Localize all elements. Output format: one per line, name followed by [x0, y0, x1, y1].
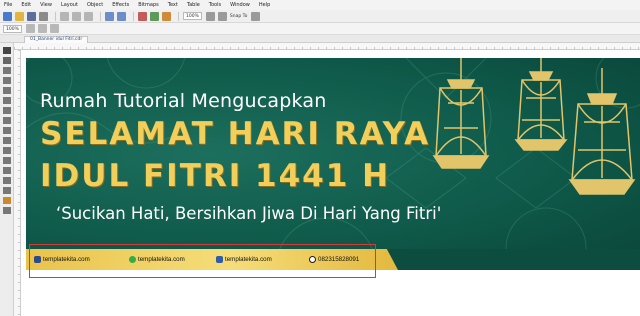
- zoom-level-combo[interactable]: 100%: [183, 12, 202, 20]
- headline-line-1[interactable]: SELAMAT HARI RAYA: [40, 116, 430, 152]
- new-document-icon[interactable]: [3, 11, 12, 21]
- parallel-dimension-tool-icon[interactable]: [3, 147, 11, 154]
- propbar-zoom-combo[interactable]: 100%: [3, 24, 22, 33]
- toolbar-divider: [133, 11, 134, 21]
- horizontal-ruler[interactable]: [14, 43, 640, 50]
- corel-draw-window: File Edit View Layout Object Effects Bit…: [0, 0, 640, 316]
- menu-layout[interactable]: Layout: [61, 0, 78, 10]
- rectangle-tool-icon[interactable]: [3, 107, 11, 114]
- zoom-out-icon[interactable]: [37, 24, 47, 33]
- connector-tool-icon[interactable]: [3, 157, 11, 164]
- standard-toolbar: 100% Snap To: [0, 10, 640, 23]
- drop-shadow-tool-icon[interactable]: [3, 167, 11, 174]
- import-icon[interactable]: [138, 11, 147, 21]
- menu-object[interactable]: Object: [87, 0, 103, 10]
- smart-fill-tool-icon[interactable]: [3, 207, 11, 214]
- menu-table[interactable]: Table: [187, 0, 200, 10]
- ellipse-tool-icon[interactable]: [3, 117, 11, 124]
- text-tool-icon[interactable]: [3, 137, 11, 144]
- tab-document[interactable]: 01_Banner idul Fitri.cdr: [24, 36, 89, 43]
- cut-icon[interactable]: [60, 11, 69, 21]
- shape-tool-icon[interactable]: [3, 57, 11, 64]
- freehand-tool-icon[interactable]: [3, 87, 11, 94]
- options-gear-icon[interactable]: [251, 11, 261, 21]
- paste-icon[interactable]: [84, 11, 93, 21]
- toolbar-divider: [55, 11, 56, 21]
- menu-bitmaps[interactable]: Bitmaps: [138, 0, 159, 10]
- menu-window[interactable]: Window: [230, 0, 250, 10]
- crop-tool-icon[interactable]: [3, 67, 11, 74]
- document-tab-bar: 01_Banner idul Fitri.cdr: [0, 35, 640, 43]
- toolbar-divider: [178, 11, 179, 21]
- rulers-icon[interactable]: [217, 11, 227, 21]
- artistic-media-tool-icon[interactable]: [3, 97, 11, 104]
- interactive-fill-tool-icon[interactable]: [3, 197, 11, 204]
- print-icon[interactable]: [39, 11, 48, 21]
- zoom-tool-icon[interactable]: [3, 77, 11, 84]
- menu-bar: File Edit View Layout Object Effects Bit…: [0, 0, 640, 10]
- banner-artwork[interactable]: Rumah Tutorial Mengucapkan SELAMAT HARI …: [26, 58, 640, 270]
- vertical-ruler[interactable]: [14, 50, 21, 316]
- polygon-tool-icon[interactable]: [3, 127, 11, 134]
- export-icon[interactable]: [150, 11, 159, 21]
- zoom-fit-icon[interactable]: [49, 24, 59, 33]
- menu-text[interactable]: Text: [168, 0, 178, 10]
- snap-to-dropdown[interactable]: Snap To: [230, 14, 248, 19]
- lantern-right-icon: [568, 68, 636, 195]
- headline-line-2[interactable]: IDUL FITRI 1441 H: [40, 158, 390, 194]
- toolbar-divider: [100, 11, 101, 21]
- menu-tools[interactable]: Tools: [209, 0, 221, 10]
- pick-tool-icon[interactable]: [3, 47, 11, 54]
- menu-effects[interactable]: Effects: [112, 0, 129, 10]
- property-bar: 100%: [0, 23, 640, 35]
- undo-icon[interactable]: [105, 11, 114, 21]
- menu-edit[interactable]: Edit: [21, 0, 31, 10]
- transparency-tool-icon[interactable]: [3, 177, 11, 184]
- redo-icon[interactable]: [117, 11, 126, 21]
- menu-view[interactable]: View: [40, 0, 52, 10]
- full-screen-icon[interactable]: [205, 11, 215, 21]
- lantern-left-icon: [432, 58, 490, 169]
- zoom-in-icon[interactable]: [25, 24, 35, 33]
- open-folder-icon[interactable]: [15, 11, 24, 21]
- tagline[interactable]: ‘Sucikan Hati, Bersihkan Jiwa Di Hari Ya…: [56, 204, 441, 223]
- menu-file[interactable]: File: [4, 0, 12, 10]
- selection-highlight: [29, 244, 376, 278]
- eyedropper-tool-icon[interactable]: [3, 187, 11, 194]
- menu-help[interactable]: Help: [259, 0, 270, 10]
- toolbox: [0, 43, 14, 316]
- copy-icon[interactable]: [72, 11, 81, 21]
- publish-pdf-icon[interactable]: [162, 11, 171, 21]
- save-icon[interactable]: [27, 11, 36, 21]
- greeting-line[interactable]: Rumah Tutorial Mengucapkan: [40, 90, 326, 112]
